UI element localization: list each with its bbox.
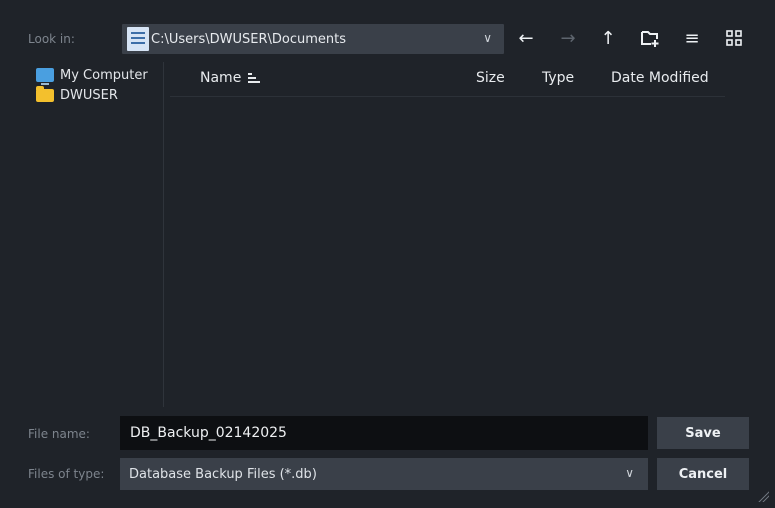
sidebar-item-my-computer[interactable]: My Computer <box>36 66 162 85</box>
sidebar-item-label: My Computer <box>60 67 148 83</box>
file-name-input[interactable] <box>120 416 648 450</box>
look-in-combo[interactable]: C:\Users\DWUSER\Documents ∨ <box>122 24 504 54</box>
new-folder-icon <box>641 31 659 47</box>
detail-view-button[interactable] <box>722 26 746 50</box>
file-type-label: Files of type: <box>28 467 105 481</box>
back-button[interactable]: ← <box>514 26 538 50</box>
list-view-button[interactable]: ≡ <box>680 26 704 50</box>
chevron-down-icon: ∨ <box>625 466 634 480</box>
chevron-down-icon[interactable]: ∨ <box>483 31 492 45</box>
documents-icon <box>127 27 149 51</box>
look-in-label: Look in: <box>28 32 75 46</box>
file-list-header: Name Size Type Date Modified <box>170 66 725 97</box>
save-button[interactable]: Save <box>657 417 749 449</box>
resize-grip-icon[interactable] <box>757 490 769 502</box>
sidebar: My Computer DWUSER <box>36 66 162 106</box>
forward-button[interactable]: → <box>556 26 580 50</box>
file-name-label: File name: <box>28 427 90 441</box>
file-list[interactable] <box>170 97 725 402</box>
splitter[interactable] <box>163 62 164 407</box>
folder-icon <box>36 85 54 102</box>
column-header-type[interactable]: Type <box>542 70 574 86</box>
new-folder-button[interactable] <box>638 26 662 50</box>
arrow-right-icon: → <box>560 27 576 49</box>
column-header-size[interactable]: Size <box>476 70 505 86</box>
list-view-icon: ≡ <box>684 27 700 49</box>
file-type-value: Database Backup Files (*.db) <box>129 466 317 482</box>
grid-view-icon <box>726 30 742 46</box>
look-in-path: C:\Users\DWUSER\Documents <box>151 31 346 47</box>
computer-icon <box>36 68 54 85</box>
column-header-name[interactable]: Name <box>200 70 260 86</box>
cancel-button[interactable]: Cancel <box>657 458 749 490</box>
up-button[interactable]: ↑ <box>596 26 620 50</box>
file-type-combo[interactable]: Database Backup Files (*.db) ∨ <box>120 458 648 490</box>
column-header-date-modified[interactable]: Date Modified <box>611 70 709 86</box>
sidebar-item-label: DWUSER <box>60 87 118 103</box>
sidebar-item-dwuser[interactable]: DWUSER <box>36 85 162 104</box>
arrow-left-icon: ← <box>518 27 534 49</box>
sort-ascending-icon <box>247 71 260 85</box>
arrow-up-icon: ↑ <box>600 27 616 49</box>
